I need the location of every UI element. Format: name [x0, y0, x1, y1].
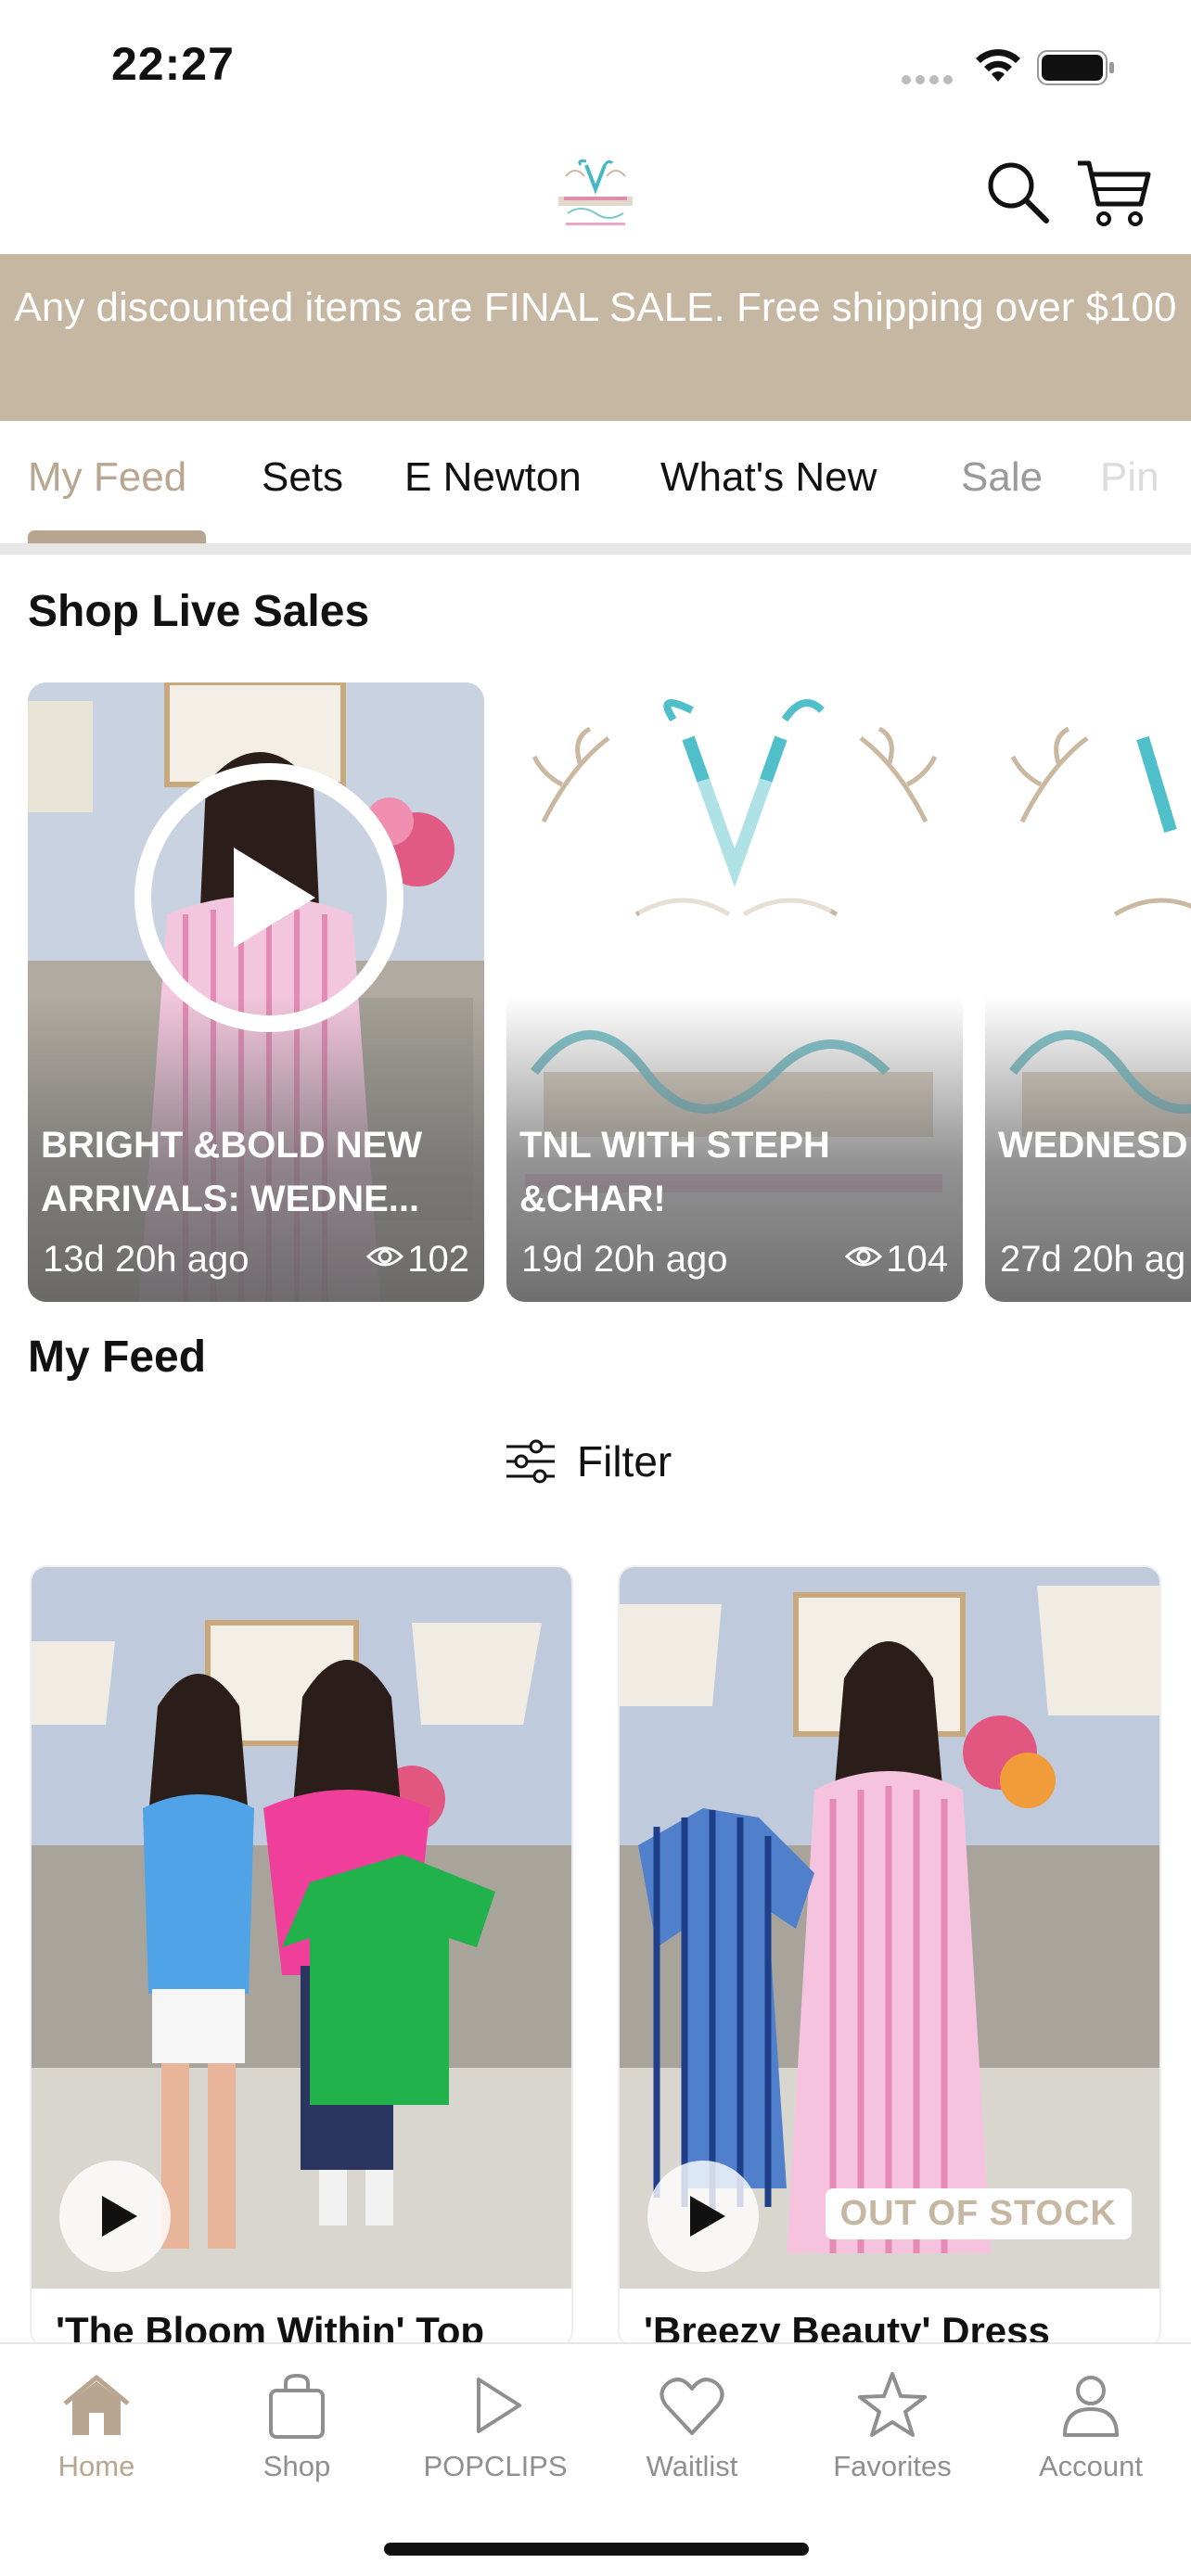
- tab-sale[interactable]: Sale: [961, 454, 1043, 501]
- views-count: 104: [886, 1239, 948, 1280]
- live-sale-time-ago: 13d 20h ago: [43, 1239, 250, 1280]
- live-sale-card[interactable]: BRIGHT &BOLD NEW ARRIVALS: WEDNE... 13d …: [28, 682, 484, 1302]
- live-sale-time-ago: 27d 20h ag: [1000, 1239, 1186, 1280]
- filter-button[interactable]: Filter: [505, 1424, 672, 1498]
- filter-sliders-icon: [506, 1439, 555, 1484]
- video-play-button[interactable]: [647, 2161, 759, 2272]
- search-icon[interactable]: [983, 158, 1052, 226]
- nav-popclips-label: POPCLIPS: [423, 2450, 568, 2482]
- category-tabs: My Feed Sets E Newton What's New Sale Pi…: [0, 421, 1191, 543]
- eye-icon: [366, 1246, 404, 1267]
- live-sale-title: WEDNESD LIVE WITH: [998, 1125, 1191, 1166]
- status-bar: 22:27: [0, 0, 1191, 130]
- signal-dots-icon: [902, 72, 957, 89]
- tab-pin[interactable]: Pin: [1100, 454, 1159, 501]
- nav-popclips[interactable]: POPCLIPS: [403, 2368, 588, 2483]
- nav-waitlist[interactable]: Waitlist: [599, 2368, 785, 2483]
- wifi-icon: [976, 49, 1020, 82]
- shopping-bag-icon: [269, 2373, 325, 2439]
- app-header: [0, 130, 1191, 254]
- product-name: 'Breezy Beauty' Dress: [644, 2309, 1050, 2346]
- video-play-button[interactable]: [59, 2161, 171, 2272]
- product-card[interactable]: 'The Bloom Within' Top: [32, 1567, 571, 2346]
- live-sale-views: 102: [366, 1239, 469, 1281]
- product-name: 'The Bloom Within' Top: [56, 2309, 485, 2346]
- eye-icon: [845, 1246, 883, 1267]
- play-icon: [690, 2196, 725, 2237]
- tabs-divider: [0, 543, 1191, 555]
- play-icon: [102, 2196, 137, 2237]
- feed-title: My Feed: [28, 1333, 207, 1382]
- product-card[interactable]: OUT OF STOCK 'Breezy Beauty' Dress: [620, 1567, 1159, 2346]
- cart-icon[interactable]: [1074, 156, 1152, 228]
- live-sale-title: TNL WITH STEPH &CHAR!: [519, 1125, 830, 1219]
- tab-sets[interactable]: Sets: [262, 454, 343, 501]
- bottom-tab-bar: Home Shop POPCLIPS Waitlist Favorites Ac…: [0, 2342, 1191, 2576]
- nav-favorites[interactable]: Favorites: [800, 2368, 985, 2483]
- nav-shop-label: Shop: [263, 2450, 331, 2482]
- nav-account-label: Account: [1038, 2450, 1143, 2482]
- live-sale-time-ago: 19d 20h ago: [521, 1239, 728, 1280]
- live-sale-views: 104: [845, 1239, 948, 1281]
- nav-shop[interactable]: Shop: [204, 2368, 390, 2483]
- person-icon: [1063, 2376, 1119, 2437]
- battery-icon: [1037, 50, 1114, 85]
- nav-home[interactable]: Home: [4, 2368, 189, 2483]
- nav-favorites-label: Favorites: [833, 2450, 952, 2482]
- views-count: 102: [407, 1239, 469, 1280]
- nav-home-label: Home: [58, 2450, 135, 2482]
- home-indicator[interactable]: [384, 2543, 809, 2556]
- active-tab-indicator: [28, 530, 206, 543]
- out-of-stock-badge: OUT OF STOCK: [825, 2188, 1132, 2239]
- promo-banner[interactable]: Any discounted items are FINAL SALE. Fre…: [0, 254, 1191, 421]
- heart-icon: [660, 2378, 724, 2435]
- brand-logo[interactable]: [547, 148, 644, 236]
- star-icon: [858, 2372, 927, 2437]
- status-time: 22:27: [111, 38, 235, 90]
- tab-whats-new[interactable]: What's New: [660, 454, 877, 501]
- live-sales-title: Shop Live Sales: [28, 587, 370, 636]
- nav-account[interactable]: Account: [998, 2368, 1184, 2483]
- live-sale-title: BRIGHT &BOLD NEW ARRIVALS: WEDNE...: [41, 1125, 423, 1219]
- tab-e-newton[interactable]: E Newton: [404, 454, 582, 501]
- live-sale-card[interactable]: WEDNESD LIVE WITH 27d 20h ag: [985, 682, 1191, 1302]
- tab-my-feed[interactable]: My Feed: [28, 454, 186, 501]
- play-icon: [477, 2378, 521, 2433]
- nav-waitlist-label: Waitlist: [646, 2450, 738, 2482]
- home-icon: [63, 2375, 130, 2435]
- filter-label: Filter: [577, 1437, 672, 1486]
- live-sales-carousel: BRIGHT &BOLD NEW ARRIVALS: WEDNE... 13d …: [0, 682, 1191, 1302]
- play-icon[interactable]: [130, 759, 408, 1037]
- live-sale-card[interactable]: TNL WITH STEPH &CHAR! 19d 20h ago 104: [506, 682, 963, 1302]
